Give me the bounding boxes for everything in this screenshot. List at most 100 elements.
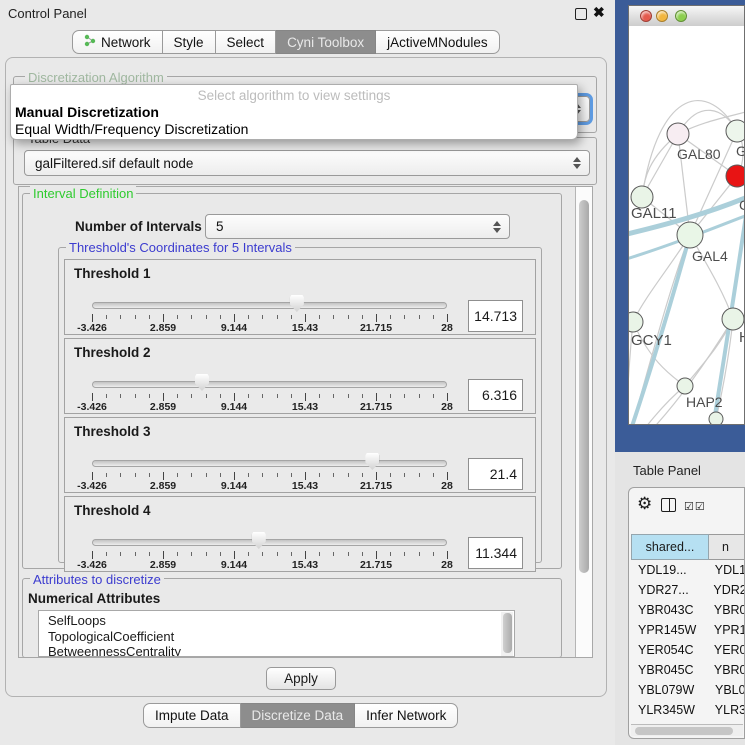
slider-handle[interactable]	[365, 453, 379, 470]
slider-tick-label: 28	[441, 322, 453, 334]
table-row[interactable]: YDL19... YDL1	[631, 560, 745, 580]
slider-tick	[206, 394, 207, 398]
slider-tick	[305, 393, 306, 401]
slider-tick	[390, 473, 391, 477]
attribute-item[interactable]: TopologicalCoefficient	[39, 629, 514, 645]
slider-tick	[206, 473, 207, 477]
slider-tick	[262, 315, 263, 319]
cell-name: YBL0	[710, 683, 745, 697]
slider-tick	[305, 551, 306, 559]
slider-tick-label: 15.43	[292, 401, 318, 413]
slider-tick-label: 9.144	[221, 401, 247, 413]
checkbox-icons[interactable]: ☑☑	[684, 500, 706, 513]
threshold-row: Threshold 1 -3.4262.8599.14415.4321.7152…	[64, 259, 536, 335]
top-tab-bar: Network Style Select Cyni Toolbox jActiv…	[72, 30, 500, 54]
interval-definition-label: Interval Definition	[30, 186, 136, 201]
columns-icon[interactable]	[661, 498, 676, 512]
network-node[interactable]	[629, 312, 643, 332]
slider-tick	[362, 394, 363, 398]
threshold-row: Threshold 4 -3.4262.8599.14415.4321.7152…	[64, 496, 536, 572]
threshold-value-input[interactable]: 21.4	[468, 458, 523, 490]
tab-infer-network[interactable]: Infer Network	[355, 703, 458, 728]
network-node[interactable]	[709, 412, 723, 424]
network-node[interactable]	[726, 120, 744, 142]
slider-tick	[433, 394, 434, 398]
list-scrollbar[interactable]	[501, 612, 513, 656]
tab-discretize-data[interactable]: Discretize Data	[241, 703, 356, 728]
table-panel-title: Table Panel	[633, 463, 701, 478]
slider-tick	[447, 551, 448, 559]
slider-tick	[92, 551, 93, 559]
slider-tick-label: 2.859	[150, 559, 176, 571]
tab-cyni-toolbox[interactable]: Cyni Toolbox	[276, 30, 376, 54]
slider-track[interactable]	[92, 460, 447, 467]
algorithm-option[interactable]: Equal Width/Frequency Discretization	[11, 121, 577, 138]
gear-icon[interactable]: ⚙	[637, 494, 652, 514]
network-node[interactable]	[677, 222, 703, 248]
attribute-item[interactable]: BetweennessCentrality	[39, 644, 514, 657]
table-row[interactable]: YER054C YER0	[631, 640, 745, 660]
slider-tick	[262, 394, 263, 398]
table-row[interactable]: YDR27... YDR2	[631, 580, 745, 600]
hscrollbar-thumb[interactable]	[635, 727, 733, 735]
number-of-intervals-combo[interactable]: 5	[205, 214, 510, 239]
slider-tick	[419, 315, 420, 319]
list-scrollbar-thumb[interactable]	[503, 613, 512, 653]
network-window-titlebar[interactable]	[629, 6, 744, 27]
slider-track[interactable]	[92, 539, 447, 546]
tab-style[interactable]: Style	[163, 30, 216, 54]
horizontal-scrollbar[interactable]	[631, 724, 743, 736]
tab-select[interactable]: Select	[216, 30, 277, 54]
network-node-label: GA	[736, 143, 744, 159]
attributes-group-label: Attributes to discretize	[30, 572, 164, 587]
table-row[interactable]: YBR045C YBR0	[631, 660, 745, 680]
network-node[interactable]	[726, 165, 744, 187]
apply-button[interactable]: Apply	[266, 667, 336, 690]
network-canvas[interactable]: GAL80GACGAL11GAL4GCY1HHAP2	[629, 26, 744, 424]
header-cell-shared[interactable]: shared...	[631, 534, 709, 560]
vertical-scrollbar[interactable]	[575, 187, 592, 657]
header-cell-name[interactable]: n	[709, 534, 745, 560]
slider-tick	[106, 473, 107, 477]
slider-tick	[149, 394, 150, 398]
slider-track[interactable]	[92, 302, 447, 309]
tab-impute-data[interactable]: Impute Data	[143, 703, 241, 728]
table-row[interactable]: YBR043C YBR0	[631, 600, 745, 620]
close-icon[interactable]: ✖	[593, 4, 605, 21]
slider-tick	[163, 551, 164, 559]
cell-name: YDR2	[708, 583, 745, 597]
slider-tick	[120, 473, 121, 477]
slider-handle[interactable]	[195, 374, 209, 391]
slider-tick-label: 28	[441, 401, 453, 413]
slider-tick	[220, 473, 221, 477]
slider-handle[interactable]	[290, 295, 304, 312]
zoom-traffic-light[interactable]	[675, 10, 687, 22]
slider-tick	[404, 394, 405, 398]
table-row[interactable]: YBL079W YBL0	[631, 680, 745, 700]
attribute-item[interactable]: SelfLoops	[39, 613, 514, 629]
table-row[interactable]: YPR145W YPR1	[631, 620, 745, 640]
close-traffic-light[interactable]	[640, 10, 652, 22]
network-node[interactable]	[677, 378, 693, 394]
threshold-value-input[interactable]: 6.316	[468, 379, 523, 411]
algorithm-option[interactable]: Manual Discretization	[11, 104, 577, 121]
slider-handle[interactable]	[252, 532, 266, 549]
slider-tick	[333, 394, 334, 398]
threshold-value-input[interactable]: 14.713	[468, 300, 523, 332]
algorithm-popup-options: Manual DiscretizationEqual Width/Frequen…	[11, 104, 577, 138]
tab-network[interactable]: Network	[72, 30, 163, 54]
slider-tick-label: 15.43	[292, 322, 318, 334]
table-row[interactable]: YLR345W YLR3	[631, 700, 745, 720]
float-window-icon[interactable]	[575, 8, 587, 20]
minimize-traffic-light[interactable]	[656, 10, 668, 22]
scrollbar-thumb[interactable]	[579, 200, 589, 573]
network-node[interactable]	[667, 123, 689, 145]
slider-track[interactable]	[92, 381, 447, 388]
network-node[interactable]	[722, 308, 744, 330]
tab-jactivemnodules[interactable]: jActiveMNodules	[376, 30, 500, 54]
slider-tick	[277, 473, 278, 477]
slider-tick-label: 21.715	[360, 559, 392, 571]
table-data-combo[interactable]: galFiltered.sif default node	[24, 150, 590, 176]
slider-tick	[447, 472, 448, 480]
threshold-value-input[interactable]: 11.344	[468, 537, 523, 569]
